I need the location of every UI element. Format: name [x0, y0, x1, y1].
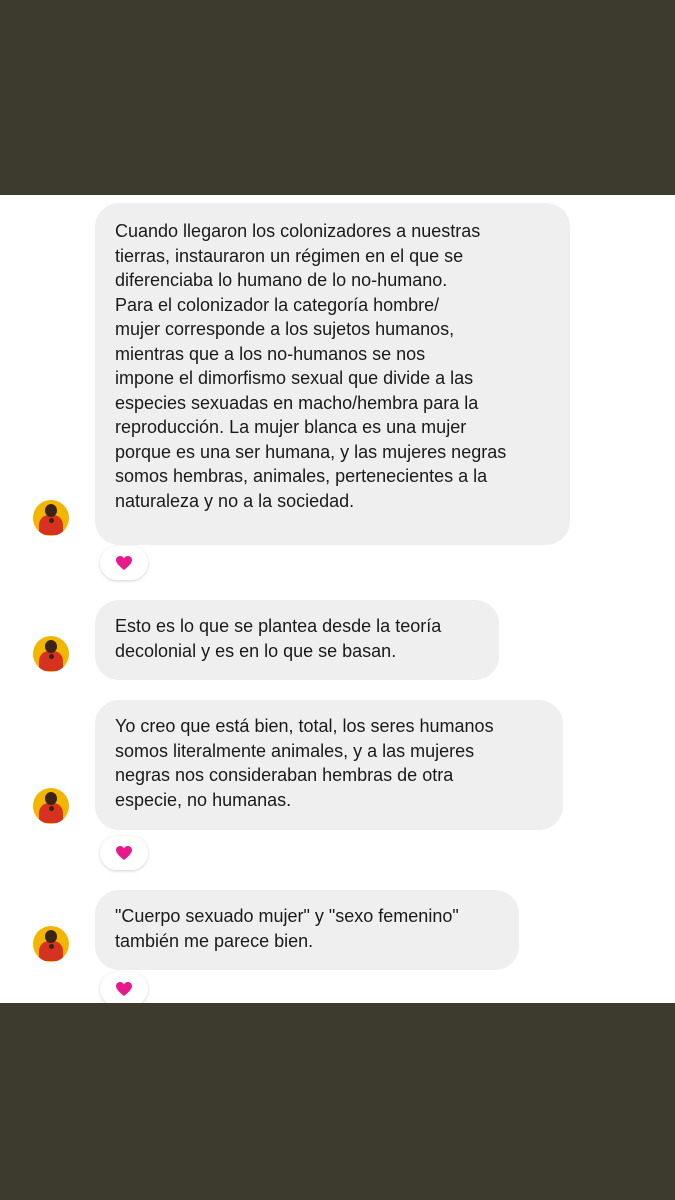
message-text-line: porque es una ser humana, y las mujeres … [115, 441, 507, 462]
avatar-figure-head [45, 930, 57, 943]
message-text-line: Esto es lo que se plantea desde la teorí… [115, 616, 442, 636]
message-bubble[interactable]: Cuando llegaron los colonizadores a nues… [95, 203, 570, 545]
avatar-figure-hand [49, 518, 54, 523]
avatar-figure-head [45, 640, 57, 653]
message-text-line: reproducción. La mujer blanca es una muj… [115, 417, 467, 437]
avatar-figure-hand [49, 944, 54, 949]
message-bubble[interactable]: "Cuerpo sexuado mujer" y "sexo femenino"… [95, 890, 519, 970]
chat-screenshot: Cuando llegaron los colonizadores a nues… [0, 195, 675, 1003]
message-text-line: diferenciaba lo humano de lo no-humano. [115, 270, 448, 290]
sender-avatar[interactable] [33, 788, 69, 824]
message-text-line: especies sexuadas en macho/hembra para l… [115, 392, 479, 413]
sender-avatar[interactable] [33, 636, 69, 672]
avatar-figure-hand [49, 654, 54, 659]
message-text-line: negras nos consideraban hembras de otra [115, 765, 454, 785]
heart-reaction[interactable] [100, 836, 148, 870]
message-text-line: Cuando llegaron los colonizadores a nues… [115, 221, 481, 241]
sender-avatar[interactable] [33, 926, 69, 962]
message-bubble[interactable]: Yo creo que está bien, total, los seres … [95, 700, 563, 830]
message-text-line: mujer corresponde a los sujetos humanos, [115, 319, 455, 339]
avatar-figure-head [45, 504, 57, 517]
heart-icon [116, 982, 132, 996]
heart-reaction[interactable] [100, 546, 148, 580]
sender-avatar[interactable] [33, 500, 69, 536]
message-text-line: especie, no humanas. [115, 789, 292, 810]
avatar-figure-head [45, 792, 57, 805]
message-text-line: Yo creo que está bien, total, los seres … [115, 716, 494, 736]
message-text-line: "Cuerpo sexuado mujer" y "sexo femenino" [115, 906, 459, 926]
message-text-line: somos hembras, animales, pertenecientes … [115, 466, 488, 486]
message-text-line: Para el colonizador la categoría hombre/ [115, 294, 440, 315]
message-text-line: decolonial y es en lo que se basan. [115, 640, 397, 661]
message-bubble[interactable]: Esto es lo que se plantea desde la teorí… [95, 600, 499, 680]
message-text-line: tierras, instauraron un régimen en el qu… [115, 245, 464, 266]
heart-icon [116, 846, 132, 860]
message-text-line: somos literalmente animales, y a las muj… [115, 740, 475, 761]
heart-icon [116, 556, 132, 570]
heart-reaction[interactable] [100, 972, 148, 1003]
avatar-figure-hand [49, 806, 54, 811]
message-text-line: mientras que a los no-humanos se nos [115, 343, 426, 364]
message-text-line: naturaleza y no a la sociedad. [115, 490, 355, 511]
message-text-line: también me parece bien. [115, 930, 314, 951]
message-text-line: impone el dimorfismo sexual que divide a… [115, 368, 474, 388]
